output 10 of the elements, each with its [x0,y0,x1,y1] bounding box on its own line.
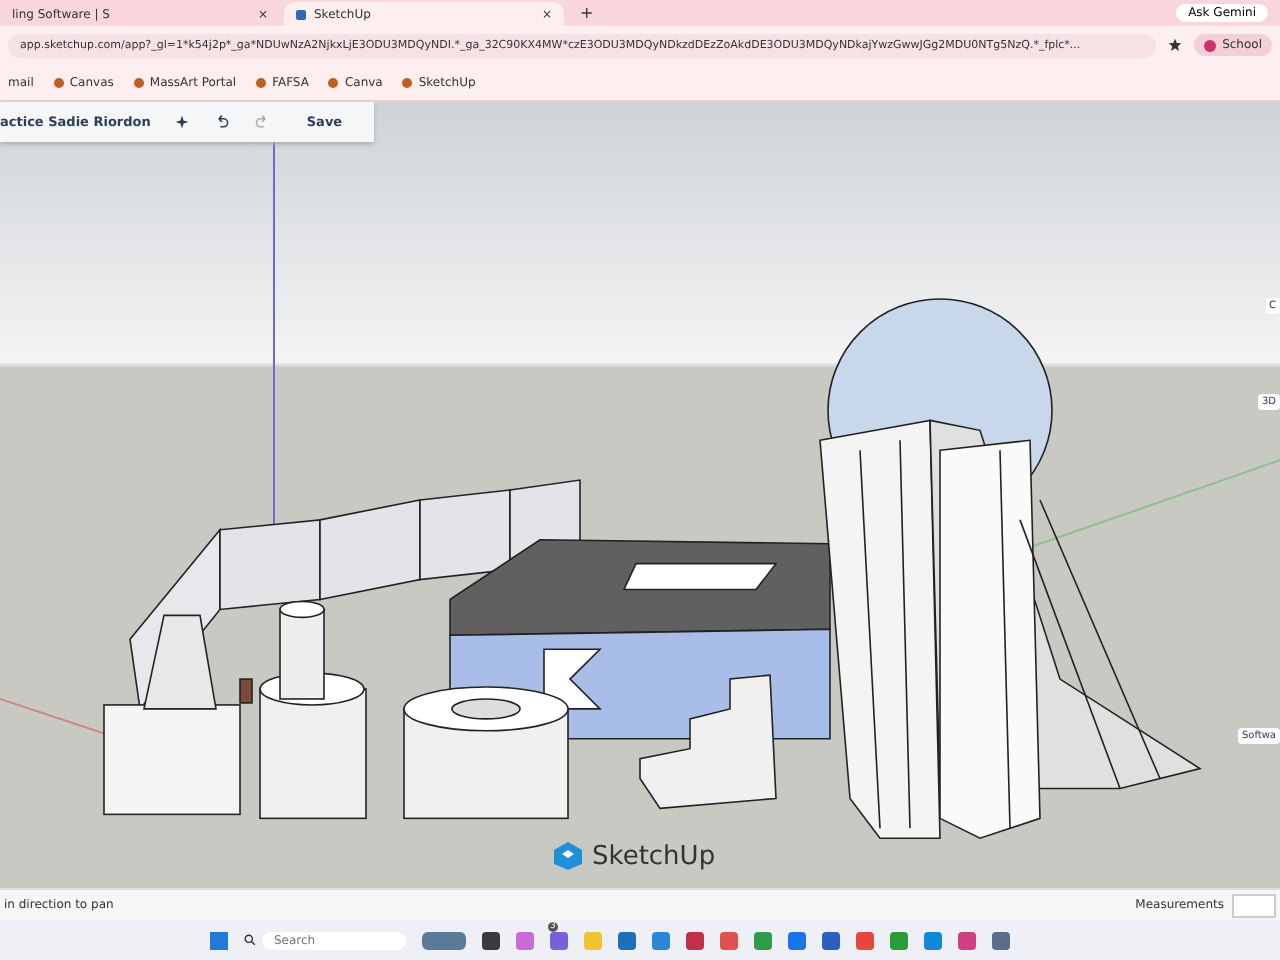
sketchup-logo-text: SketchUp [592,841,716,871]
search-icon [244,934,256,946]
sparkle-icon[interactable] [174,114,191,130]
undo-icon[interactable] [214,114,231,130]
bookmark-star-icon[interactable] [1168,38,1183,52]
new-tab-button[interactable]: + [568,4,606,22]
redo-icon[interactable] [254,114,271,130]
measurements-field[interactable] [1232,893,1276,917]
sketchup-logo-icon [552,840,584,872]
windows-start-icon[interactable] [210,931,228,949]
